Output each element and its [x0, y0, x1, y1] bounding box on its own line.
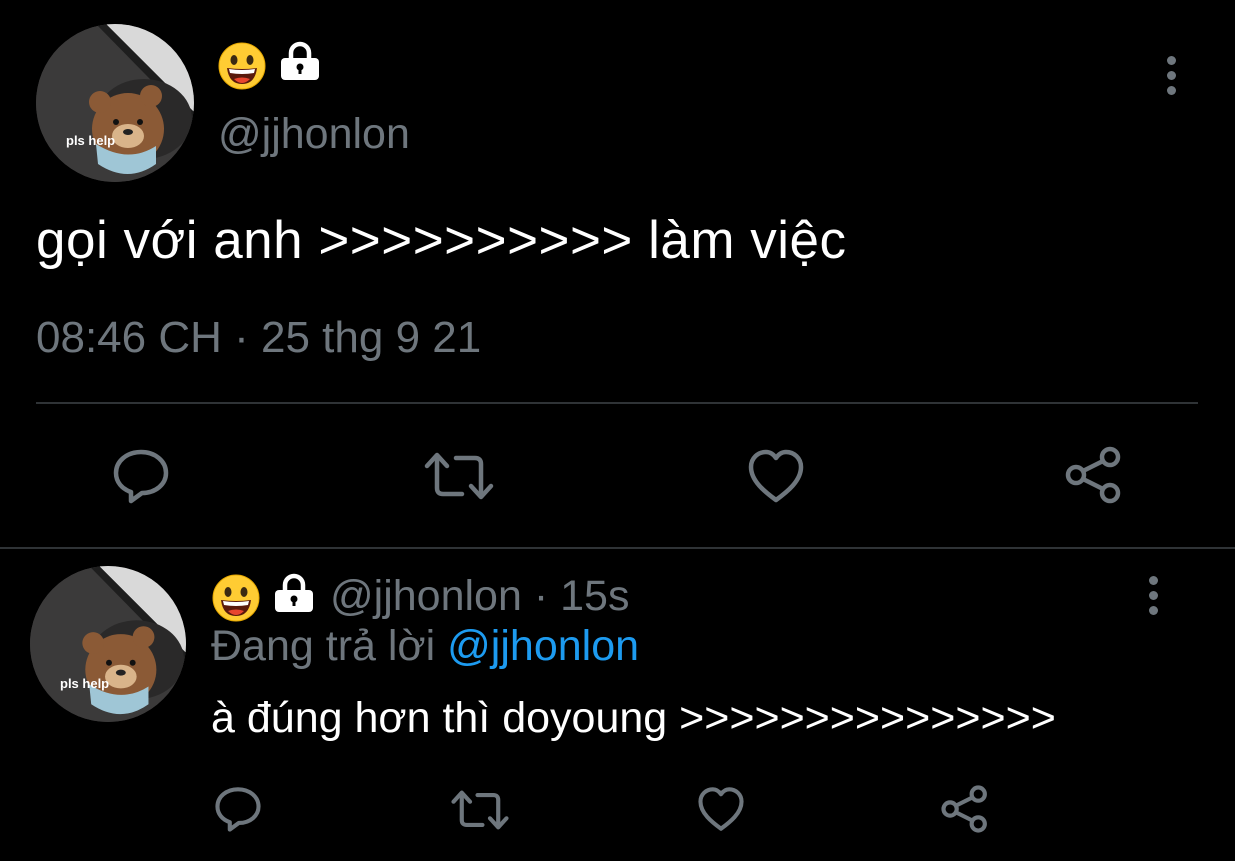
like-button[interactable] — [747, 448, 805, 504]
separator: · — [533, 572, 549, 620]
reply-handle[interactable]: @jjhonlon — [330, 572, 522, 620]
reply-avatar[interactable]: pls help — [30, 566, 186, 722]
more-options-icon[interactable] — [1151, 50, 1191, 106]
avatar-caption: pls help — [60, 676, 110, 691]
replying-to: Đang trả lời @jjhonlon — [211, 622, 639, 671]
divider — [36, 402, 1198, 404]
date: 25 thg 9 21 — [261, 313, 482, 362]
reply-icon — [215, 787, 261, 832]
grinning-face-emoji — [218, 42, 266, 90]
author-handle[interactable]: @jjhonlon — [218, 110, 410, 159]
heart-icon — [698, 787, 744, 831]
heart-icon — [748, 449, 804, 503]
lock-icon — [275, 573, 313, 612]
reply-text: à đúng hơn thì doyoung >>>>>>>>>>>>>>> — [211, 694, 1056, 742]
reply-age: 15s — [560, 572, 630, 620]
timestamp: 08:46 CH · 25 thg 9 21 — [36, 313, 481, 363]
section-divider — [0, 547, 1235, 549]
retweet-icon — [424, 452, 494, 500]
reply-retweet-button[interactable] — [451, 788, 509, 832]
share-icon — [1065, 446, 1121, 504]
share-button[interactable] — [1065, 446, 1123, 504]
reply-share-button[interactable] — [941, 785, 989, 833]
reply-meta: @jjhonlon · 15s — [330, 572, 629, 621]
reply-button[interactable] — [112, 448, 170, 504]
replying-prefix: Đang trả lời — [211, 622, 436, 670]
retweet-button[interactable] — [424, 450, 494, 502]
reply-icon — [113, 449, 169, 504]
separator: · — [234, 313, 249, 362]
reply-like-button[interactable] — [697, 786, 745, 832]
reply-reply-button[interactable] — [214, 786, 262, 832]
time: 08:46 CH — [36, 313, 222, 362]
tweet-text: gọi với anh >>>>>>>>>> làm việc — [36, 211, 847, 270]
reply-more-options-icon[interactable] — [1133, 570, 1173, 626]
avatar[interactable]: pls help — [36, 24, 194, 182]
grinning-face-emoji — [212, 574, 260, 622]
share-icon — [941, 785, 987, 833]
lock-icon — [281, 41, 319, 80]
retweet-icon — [451, 790, 509, 830]
avatar-caption: pls help — [66, 133, 116, 148]
replying-mention[interactable]: @jjhonlon — [447, 622, 639, 670]
